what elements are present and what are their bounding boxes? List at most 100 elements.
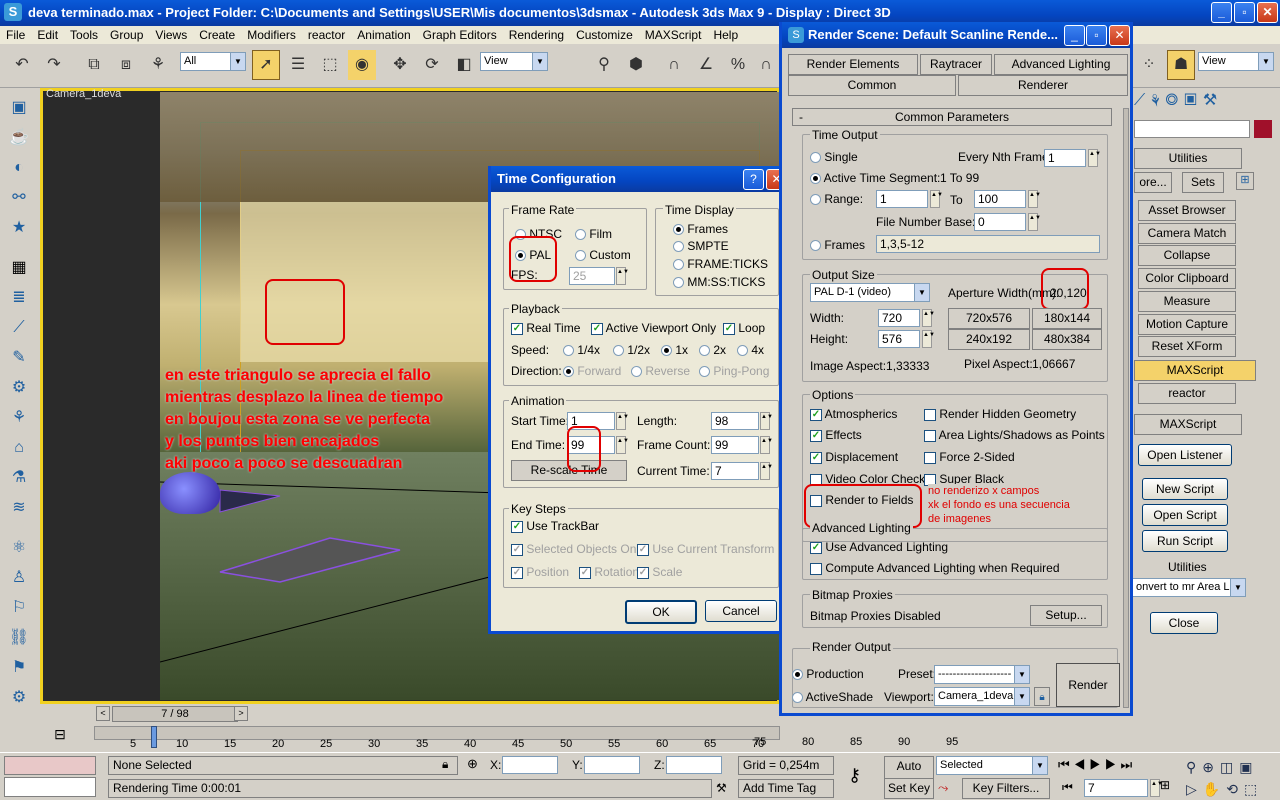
- object-name-field[interactable]: [1134, 120, 1250, 138]
- percent-snap-icon[interactable]: %: [724, 50, 752, 80]
- paint-icon[interactable]: ✎: [7, 346, 31, 370]
- more-button[interactable]: ore...: [1134, 172, 1172, 193]
- reset-xform-button[interactable]: Reset XForm: [1138, 336, 1236, 357]
- selection-filter-dropdown[interactable]: All ▼: [180, 52, 246, 71]
- frames-display-radio[interactable]: Frames: [673, 222, 728, 236]
- range-radio[interactable]: Range:: [810, 192, 863, 206]
- key-tangent-icon[interactable]: ⤳: [938, 780, 948, 796]
- zoom-extents-icon[interactable]: ◫: [1220, 759, 1239, 775]
- select-object-icon[interactable]: ➚: [252, 50, 280, 80]
- add-time-tag[interactable]: Add Time Tag: [738, 779, 834, 798]
- command-panel-tabs-icon[interactable]: ⟋⚘◎▣⚒: [1134, 90, 1276, 116]
- cloth-icon[interactable]: ⚑: [7, 656, 31, 680]
- area-lights-checkbox[interactable]: Area Lights/Shadows as Points: [924, 428, 1105, 442]
- reference-coord-dropdown[interactable]: View ▼: [480, 52, 548, 71]
- gear-icon[interactable]: ⚙: [7, 376, 31, 400]
- length-field[interactable]: 98: [711, 412, 759, 430]
- scale-checkbox[interactable]: ✓ Scale: [637, 565, 682, 579]
- maxscript-listener-input[interactable]: [4, 777, 96, 797]
- configure-button-sets-icon[interactable]: ⊞: [1236, 172, 1254, 190]
- smpte-radio[interactable]: SMPTE: [673, 239, 729, 253]
- utilities-dropdown[interactable]: onvert to mr Area Li ▼: [1132, 578, 1246, 597]
- length-spinner[interactable]: ▲▼: [760, 412, 773, 430]
- menu-create[interactable]: Create: [193, 26, 241, 44]
- menu-rendering[interactable]: Rendering: [503, 26, 570, 44]
- close-button[interactable]: ✕: [1257, 2, 1278, 23]
- menu-graph-editors[interactable]: Graph Editors: [417, 26, 503, 44]
- selected-objects-only-checkbox[interactable]: ✓ Selected Objects Only: [511, 542, 645, 556]
- loop-checkbox[interactable]: ✓ Loop: [723, 321, 765, 335]
- light-icon[interactable]: ⚯: [7, 186, 31, 210]
- fps-spinner[interactable]: ▲▼: [616, 267, 629, 285]
- close-utility-button[interactable]: Close: [1150, 612, 1218, 634]
- file-number-base-field[interactable]: 0: [974, 213, 1026, 231]
- time-tag-icon[interactable]: ⚒: [716, 781, 727, 795]
- compute-advanced-lighting-checkbox[interactable]: Compute Advanced Lighting when Required: [810, 561, 1060, 575]
- wand-icon[interactable]: ⟋: [7, 316, 31, 340]
- range-from-field[interactable]: 1: [876, 190, 928, 208]
- render-maximize-button[interactable]: ▫: [1086, 25, 1107, 46]
- motion-icon[interactable]: ⌂: [7, 436, 31, 460]
- pan-icon[interactable]: ✋: [1203, 781, 1226, 797]
- menu-file[interactable]: File: [0, 26, 31, 44]
- color-clipboard-button[interactable]: Color Clipboard: [1138, 268, 1236, 289]
- force-2-sided-checkbox[interactable]: Force 2-Sided: [924, 450, 1015, 464]
- open-listener-button[interactable]: Open Listener: [1138, 444, 1232, 466]
- menu-views[interactable]: Views: [149, 26, 193, 44]
- angle-snap-icon[interactable]: ∠: [692, 50, 720, 80]
- frame-ticks-radio[interactable]: FRAME:TICKS: [673, 257, 768, 271]
- time-slider-next[interactable]: >: [234, 706, 248, 721]
- mm-ss-ticks-radio[interactable]: MM:SS:TICKS: [673, 275, 765, 289]
- hierarchy-icon[interactable]: ⚘: [7, 406, 31, 430]
- key-mode-dropdown[interactable]: Selected ▼: [936, 756, 1048, 775]
- render-button[interactable]: Render: [1056, 663, 1120, 707]
- height-spinner[interactable]: ▲▼: [922, 330, 935, 348]
- undo-icon[interactable]: ↶: [8, 50, 36, 80]
- unlink-icon[interactable]: ⧈: [112, 50, 140, 80]
- material-editor-icon[interactable]: ⁘: [1135, 50, 1163, 80]
- minimize-button[interactable]: _: [1211, 2, 1232, 23]
- rigid-body-icon[interactable]: ⚐: [7, 596, 31, 620]
- manipulate-icon[interactable]: ⬢: [622, 50, 650, 80]
- play-icon[interactable]: ▶: [1089, 757, 1105, 772]
- time-config-icon[interactable]: ⊞: [1160, 778, 1170, 792]
- zoom-extents-all-icon[interactable]: ▣: [1239, 759, 1258, 775]
- height-field[interactable]: 576: [878, 330, 920, 348]
- current-frame-spinner[interactable]: ▲▼: [1150, 779, 1163, 797]
- render-view-dropdown[interactable]: View ▼: [1198, 52, 1274, 71]
- use-advanced-lighting-checkbox[interactable]: ✓ Use Advanced Lighting: [810, 540, 948, 554]
- file-number-base-spinner[interactable]: ▲▼: [1028, 213, 1041, 231]
- maxscript-button[interactable]: MAXScript: [1134, 360, 1256, 381]
- object-color-swatch[interactable]: [1254, 120, 1272, 138]
- prev-frame-icon[interactable]: ◀: [1074, 757, 1090, 772]
- frames-radio[interactable]: Frames: [810, 238, 865, 252]
- every-nth-field[interactable]: 1: [1044, 149, 1086, 167]
- maxscript-listener-mini[interactable]: [4, 756, 96, 775]
- forward-radio[interactable]: Forward: [563, 364, 621, 378]
- camera-match-button[interactable]: Camera Match: [1138, 223, 1236, 244]
- key-mode-toggle-icon[interactable]: ⏮: [1062, 780, 1073, 795]
- maximize-button[interactable]: ▫: [1234, 2, 1255, 23]
- pixel-aspect-value[interactable]: 1,06667: [1032, 357, 1075, 371]
- frame-count-field[interactable]: 99: [711, 436, 759, 454]
- position-checkbox[interactable]: ✓ Position: [511, 565, 569, 579]
- teapot-icon[interactable]: ☕: [7, 126, 31, 150]
- box-icon[interactable]: ▣: [7, 96, 31, 120]
- track-bar-icon[interactable]: ⊟: [50, 726, 70, 746]
- snap-3d-icon[interactable]: ∩: [660, 50, 688, 80]
- tab-raytracer[interactable]: Raytracer: [920, 54, 992, 75]
- scale-icon[interactable]: ◧: [450, 50, 478, 80]
- region-select-icon[interactable]: ⬚: [316, 50, 344, 80]
- measure-button[interactable]: Measure: [1138, 291, 1236, 312]
- viewport-label[interactable]: Camera_1deva: [46, 88, 121, 100]
- new-script-button[interactable]: New Script: [1142, 478, 1228, 500]
- menu-tools[interactable]: Tools: [64, 26, 104, 44]
- menu-group[interactable]: Group: [104, 26, 149, 44]
- reverse-radio[interactable]: Reverse: [631, 364, 690, 378]
- collapse-button[interactable]: Collapse: [1138, 245, 1236, 266]
- use-current-transform-checkbox[interactable]: ✓ Use Current Transform: [637, 542, 774, 556]
- every-nth-spinner[interactable]: ▲▼: [1088, 149, 1101, 167]
- frame-count-spinner[interactable]: ▲▼: [760, 436, 773, 454]
- time-slider[interactable]: 7 / 98: [112, 706, 238, 722]
- tab-renderer[interactable]: Renderer: [958, 75, 1128, 96]
